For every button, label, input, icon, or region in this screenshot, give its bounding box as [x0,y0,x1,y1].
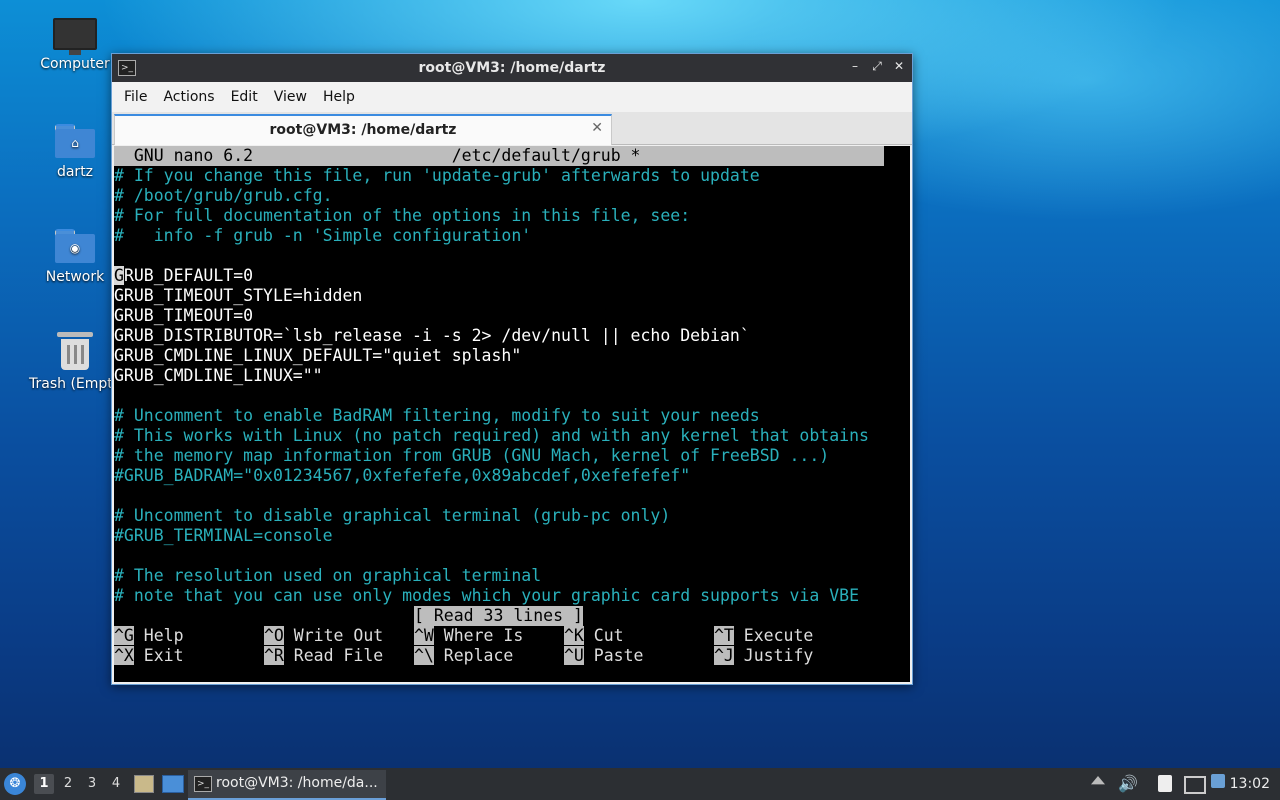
shortcut-label: Cut [583,626,624,645]
workspace-4[interactable]: 4 [106,774,126,794]
nano-text-line: # note that you can use only modes which… [114,586,860,605]
nano-text-line: # the memory map information from GRUB (… [114,446,830,465]
menubar: File Actions Edit View Help [112,82,912,112]
trash-icon [57,332,93,370]
window-titlebar[interactable]: >_ root@VM3: /home/dartz – ⤢ ✕ [112,54,912,82]
nano-shortcut: ^O Write Out [264,626,383,646]
shortcut-label: Replace [433,646,514,665]
tab-close-icon[interactable]: ✕ [591,120,603,136]
menu-help[interactable]: Help [315,89,363,105]
shortcut-key: ^R [264,646,284,665]
taskbar: ❂ 1 2 3 4 >_ root@VM3: /home/da... 🔊 13:… [0,768,1280,800]
terminal-view[interactable]: GNU nano 6.2 /etc/default/grub * # If yo… [114,146,910,682]
nano-shortcut: ^U Paste [564,646,643,666]
menu-edit[interactable]: Edit [223,89,266,105]
tab-bar: root@VM3: /home/dartz ✕ [112,112,912,145]
nano-header: GNU nano 6.2 /etc/default/grub * [114,146,884,166]
file-manager-icon[interactable] [134,775,154,793]
nano-shortcut: ^\ Replace [414,646,513,666]
workspace-1[interactable]: 1 [34,774,54,794]
workspace-2[interactable]: 2 [58,774,78,794]
text-cursor: G [114,266,124,285]
desktop-icon-label: Computer [40,56,110,72]
updates-icon[interactable] [1211,774,1225,788]
shortcut-label: Write Out [283,626,384,645]
shortcut-key: ^O [264,626,284,645]
home-folder-icon: ⌂ [55,124,95,158]
nano-shortcut: ^R Read File [264,646,383,666]
shortcut-key: ^T [714,626,734,645]
nano-text-line: #GRUB_TERMINAL=console [114,526,333,545]
nano-text-line: GRUB_CMDLINE_LINUX="" [114,366,323,385]
nano-text-line: # The resolution used on graphical termi… [114,566,542,585]
menu-actions[interactable]: Actions [155,89,222,105]
nano-text-line: # For full documentation of the options … [114,206,691,225]
nano-text-line: # If you change this file, run 'update-g… [114,166,760,185]
desktop-icon-label: dartz [56,164,94,180]
workspace-3[interactable]: 3 [82,774,102,794]
terminal-icon: >_ [194,776,212,792]
volume-icon[interactable]: 🔊 [1118,768,1138,800]
shortcut-key: ^X [114,646,134,665]
desktop-icon-network[interactable]: ◉ Network [29,229,121,285]
start-menu-icon[interactable]: ❂ [4,773,26,795]
show-desktop-icon[interactable] [162,775,184,793]
desktop-icon-computer[interactable]: Computer [29,18,121,72]
desktop-icon-trash[interactable]: Trash (Empty) [29,332,127,392]
shortcut-label: Where Is [433,626,524,645]
nano-text-line: # This works with Linux (no patch requir… [114,426,869,445]
shortcut-key: ^U [564,646,584,665]
shortcut-key: ^\ [414,646,434,665]
taskbar-task-terminal[interactable]: >_ root@VM3: /home/da... [188,770,386,800]
network-icon[interactable] [1184,776,1206,794]
menu-file[interactable]: File [116,89,155,105]
nano-shortcut: ^G Help [114,626,184,646]
clock: 13:02 [1229,776,1270,792]
task-label: root@VM3: /home/da... [216,775,378,791]
shortcut-label: Paste [583,646,644,665]
nano-text-line: GRUB_DEFAULT=0 [114,266,254,285]
tab-label: root@VM3: /home/dartz [269,122,457,138]
shortcut-label: Help [133,626,184,645]
nano-text-line: # /boot/grub/grub.cfg. [114,186,333,205]
shortcut-label: Exit [133,646,184,665]
nano-shortcut: ^X Exit [114,646,184,666]
nano-text-line: # info -f grub -n 'Simple configuration' [114,226,532,245]
nano-shortcut: ^J Justify [714,646,813,666]
window-title: root@VM3: /home/dartz [418,60,606,76]
clipboard-icon[interactable] [1158,775,1172,792]
desktop-icon-label: Network [45,269,105,285]
nano-text-line: #GRUB_BADRAM="0x01234567,0xfefefefe,0x89… [114,466,691,485]
close-button[interactable]: ✕ [892,59,906,74]
computer-icon [53,18,97,55]
nano-shortcut: ^T Execute [714,626,813,646]
shortcut-label: Read File [283,646,384,665]
nano-text-line: GRUB_TIMEOUT_STYLE=hidden [114,286,363,305]
shortcut-key: ^K [564,626,584,645]
terminal-window[interactable]: >_ root@VM3: /home/dartz – ⤢ ✕ File Acti… [111,53,913,685]
nano-text-line: GRUB_CMDLINE_LINUX_DEFAULT="quiet splash… [114,346,522,365]
nano-status: [ Read 33 lines ] [414,606,583,626]
desktop-icon-label: Trash (Empty) [29,376,127,392]
minimize-button[interactable]: – [848,59,862,74]
shortcut-key: ^W [414,626,434,645]
eject-icon[interactable] [1091,776,1105,785]
desktop-icon-home[interactable]: ⌂ dartz [29,124,121,180]
network-folder-icon: ◉ [55,229,95,263]
tab-terminal[interactable]: root@VM3: /home/dartz ✕ [114,114,612,145]
shortcut-key: ^J [714,646,734,665]
shortcut-label: Execute [733,626,814,645]
shortcut-label: Justify [733,646,814,665]
nano-shortcut: ^K Cut [564,626,624,646]
nano-text-line: # Uncomment to disable graphical termina… [114,506,671,525]
shortcut-key: ^G [114,626,134,645]
nano-shortcut: ^W Where Is [414,626,523,646]
nano-text-line: GRUB_TIMEOUT=0 [114,306,254,325]
menu-view[interactable]: View [266,89,315,105]
nano-text-line: # Uncomment to enable BadRAM filtering, … [114,406,760,425]
maximize-button[interactable]: ⤢ [870,59,884,74]
nano-text-line: GRUB_DISTRIBUTOR=`lsb_release -i -s 2> /… [114,326,750,345]
